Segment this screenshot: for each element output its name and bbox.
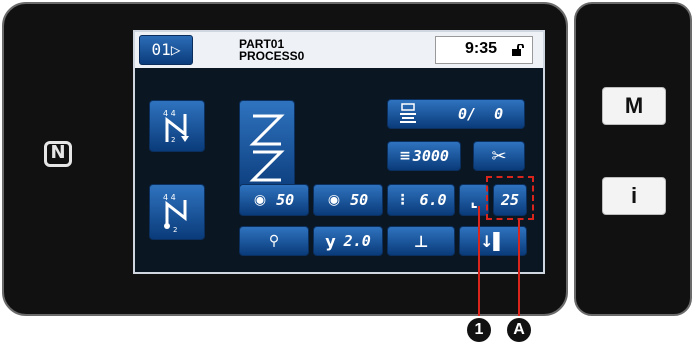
info-button[interactable]: i bbox=[602, 177, 666, 215]
stitch-length-button[interactable]: ⋮ 6.0 bbox=[387, 184, 455, 216]
stitch-length-icon: ⋮ bbox=[395, 192, 410, 208]
clock-time: 9:35 bbox=[465, 40, 498, 57]
lcd-screen: 01▷ PART01 PROCESS0 9:35 4 4 2 4 4 2 0/ … bbox=[133, 30, 545, 274]
sew-pattern-2-icon bbox=[249, 114, 285, 182]
stitch-length-value: 6.0 bbox=[419, 191, 447, 209]
svg-text:2: 2 bbox=[173, 226, 177, 234]
foot-pressure-icon: у bbox=[325, 231, 336, 251]
counter-value: 0/ bbox=[458, 105, 477, 123]
part-arrow-icon: ▷ bbox=[170, 40, 181, 59]
nfc-icon: N bbox=[44, 141, 72, 167]
sew-pattern-1-icon: 4 4 2 bbox=[163, 109, 189, 144]
search-button[interactable]: ⚲ bbox=[239, 226, 309, 256]
search-icon: ⚲ bbox=[268, 233, 280, 249]
callout-marker-A: A bbox=[507, 318, 531, 342]
svg-text:4 4: 4 4 bbox=[163, 109, 176, 118]
presser-foot-icon-button[interactable]: ⌞ bbox=[459, 184, 489, 216]
pattern-2-button[interactable] bbox=[239, 100, 295, 196]
scissors-icon: ✂ bbox=[491, 145, 507, 167]
thread-tension-icon: ◉ bbox=[253, 192, 267, 208]
process-name: PROCESS0 bbox=[239, 49, 305, 63]
side-panel: M i bbox=[574, 2, 692, 316]
thread-tension-icon: ◉ bbox=[327, 192, 341, 208]
header-bar: 01▷ PART01 PROCESS0 9:35 bbox=[135, 32, 543, 68]
presser-foot-icon: ⌞ bbox=[470, 190, 478, 210]
thread-counter-value: 3000 bbox=[412, 147, 449, 165]
thread-trim-button[interactable]: ✂ bbox=[473, 141, 525, 171]
foot-pressure-button[interactable]: у 2.0 bbox=[313, 226, 383, 256]
sew-pattern-3-icon: 4 4 2 bbox=[163, 193, 187, 234]
needle-up-button[interactable]: ⊥ bbox=[387, 226, 455, 256]
needle-up-icon: ⊥ bbox=[413, 231, 429, 251]
part-info: PART01 PROCESS0 bbox=[239, 38, 304, 62]
thread-icon: ≡ bbox=[399, 148, 411, 164]
pattern-1-button[interactable]: 4 4 2 bbox=[149, 100, 205, 152]
tension-right-button[interactable]: ◉ 50 bbox=[313, 184, 383, 216]
callout-marker-1: 1 bbox=[467, 318, 491, 342]
bobbin-counter-icon bbox=[400, 103, 416, 123]
leader-line-A bbox=[518, 220, 520, 316]
bobbin-counter-button[interactable]: 0/ 0 bbox=[387, 99, 525, 129]
svg-text:4 4: 4 4 bbox=[163, 193, 176, 202]
svg-text:2: 2 bbox=[171, 136, 175, 144]
thread-counter-button[interactable]: ≡ 3000 bbox=[387, 141, 461, 171]
highlight-box-A bbox=[486, 176, 534, 220]
edge-guide-button[interactable]: ↓▌ bbox=[459, 226, 527, 256]
tension-right-value: 50 bbox=[350, 191, 369, 209]
menu-button[interactable]: M bbox=[602, 87, 666, 125]
foot-pressure-value: 2.0 bbox=[343, 232, 371, 250]
pattern-3-button[interactable]: 4 4 2 bbox=[149, 184, 205, 240]
leader-line-1 bbox=[478, 206, 480, 316]
part-number: 01 bbox=[151, 40, 171, 59]
tension-left-value: 50 bbox=[276, 191, 295, 209]
tension-left-button[interactable]: ◉ 50 bbox=[239, 184, 309, 216]
counter-total: 0 bbox=[494, 105, 504, 123]
unlock-icon[interactable] bbox=[511, 44, 525, 56]
part-select-button[interactable]: 01▷ bbox=[139, 35, 193, 65]
edge-guide-icon: ↓▌ bbox=[480, 231, 506, 251]
